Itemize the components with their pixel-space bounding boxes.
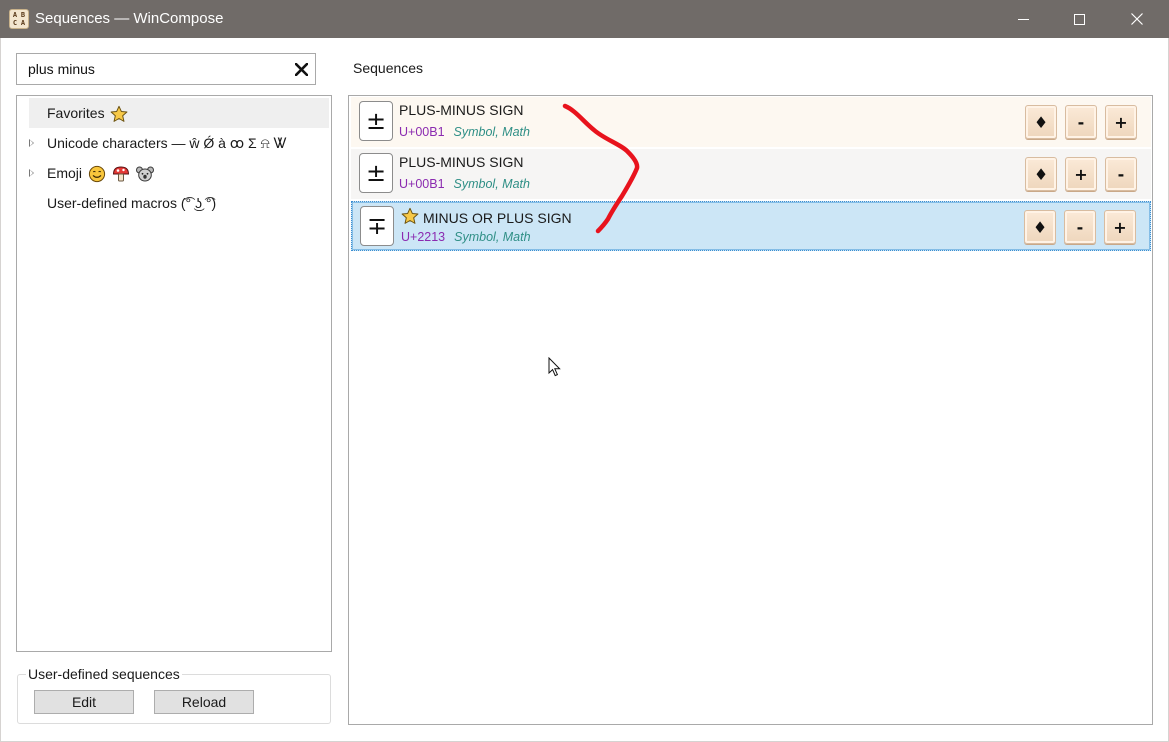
compose-key: ♦ [1025,105,1057,139]
key-cap: - [1105,157,1137,191]
key-cap: - [1064,210,1096,244]
key-cap: + [1104,210,1136,244]
character-meta: U+00B1 Symbol, Math [399,125,530,139]
favorite-star-icon[interactable] [401,207,419,225]
mushroom-icon [112,166,129,182]
category-label: Emoji [47,165,83,181]
character-meta: U+2213 Symbol, Math [401,230,531,244]
sequences-heading: Sequences [353,60,424,76]
category-emoji[interactable]: Emoji [17,158,331,188]
expand-arrow-icon[interactable] [29,139,34,147]
codepoint: U+2213 [401,230,446,244]
title-bar[interactable]: ABCA Sequences — WinCompose [0,0,1169,38]
search-box[interactable] [16,53,316,85]
star-icon [111,106,128,123]
character-preview[interactable]: ± [359,153,393,193]
maximize-icon [1073,13,1085,25]
sequence-row-selected[interactable]: ∓ MINUS OR PLUS SIGN U+2213 Symbol, Math … [351,201,1151,251]
category-label: User-defined macros (͡° ͜ʖ ͡°) [47,195,217,211]
close-icon [294,62,308,76]
character-category: Symbol, Math [454,230,531,244]
codepoint: U+00B1 [399,125,445,139]
key-sequence: ♦ + - [1025,157,1137,191]
key-cap: - [1065,105,1097,139]
key-cap: + [1065,157,1097,191]
category-user-defined-macros[interactable]: User-defined macros (͡° ͜ʖ ͡°) [17,188,331,218]
key-sequence: ♦ - + [1024,210,1136,244]
compose-key: ♦ [1025,157,1057,191]
search-clear-button[interactable] [292,60,310,78]
group-legend: User-defined sequences [26,666,182,682]
character-meta: U+00B1 Symbol, Math [399,177,530,191]
category-label: Favorites [47,105,105,121]
category-label: Unicode characters — ŵ Ǿ à ꝏ Σ ⍾ Ꮤ [47,135,288,151]
close-window-button[interactable] [1112,0,1162,38]
minimize-button[interactable] [998,0,1048,38]
character-category: Symbol, Math [453,177,530,191]
sequence-row[interactable]: ± PLUS-MINUS SIGN U+00B1 Symbol, Math ♦ +… [351,149,1151,199]
codepoint: U+00B1 [399,177,445,191]
smiley-face-icon [88,166,106,183]
reload-button[interactable]: Reload [154,690,254,714]
koala-icon [135,166,154,182]
category-favorites[interactable]: Favorites [29,98,329,128]
character-preview[interactable]: ∓ [360,206,394,246]
compose-key: ♦ [1024,210,1056,244]
maximize-button[interactable] [1054,0,1104,38]
character-name: PLUS-MINUS SIGN [399,154,524,170]
edit-button[interactable]: Edit [34,690,134,714]
character-name: PLUS-MINUS SIGN [399,102,524,118]
key-cap: + [1105,105,1137,139]
minimize-icon [1017,18,1029,20]
search-input[interactable] [17,54,287,84]
sequence-row[interactable]: ± PLUS-MINUS SIGN U+00B1 Symbol, Math ♦ -… [351,97,1151,147]
close-icon [1131,13,1143,25]
window-title: Sequences — WinCompose [35,10,224,27]
mouse-cursor-icon [548,357,561,377]
user-defined-sequences-group: User-defined sequences Edit Reload [17,666,331,724]
key-sequence: ♦ - + [1025,105,1137,139]
character-name: MINUS OR PLUS SIGN [401,207,572,226]
character-category: Symbol, Math [453,125,530,139]
character-name-text: MINUS OR PLUS SIGN [423,210,572,226]
expand-arrow-icon[interactable] [29,169,34,177]
wincompose-app-icon: ABCA [9,9,29,29]
category-tree[interactable]: Favorites Unicode characters — ŵ Ǿ à ꝏ Σ… [16,95,332,652]
character-preview[interactable]: ± [359,101,393,141]
category-unicode-characters[interactable]: Unicode characters — ŵ Ǿ à ꝏ Σ ⍾ Ꮤ [17,128,331,158]
sequence-list[interactable]: ± PLUS-MINUS SIGN U+00B1 Symbol, Math ♦ -… [348,95,1153,725]
